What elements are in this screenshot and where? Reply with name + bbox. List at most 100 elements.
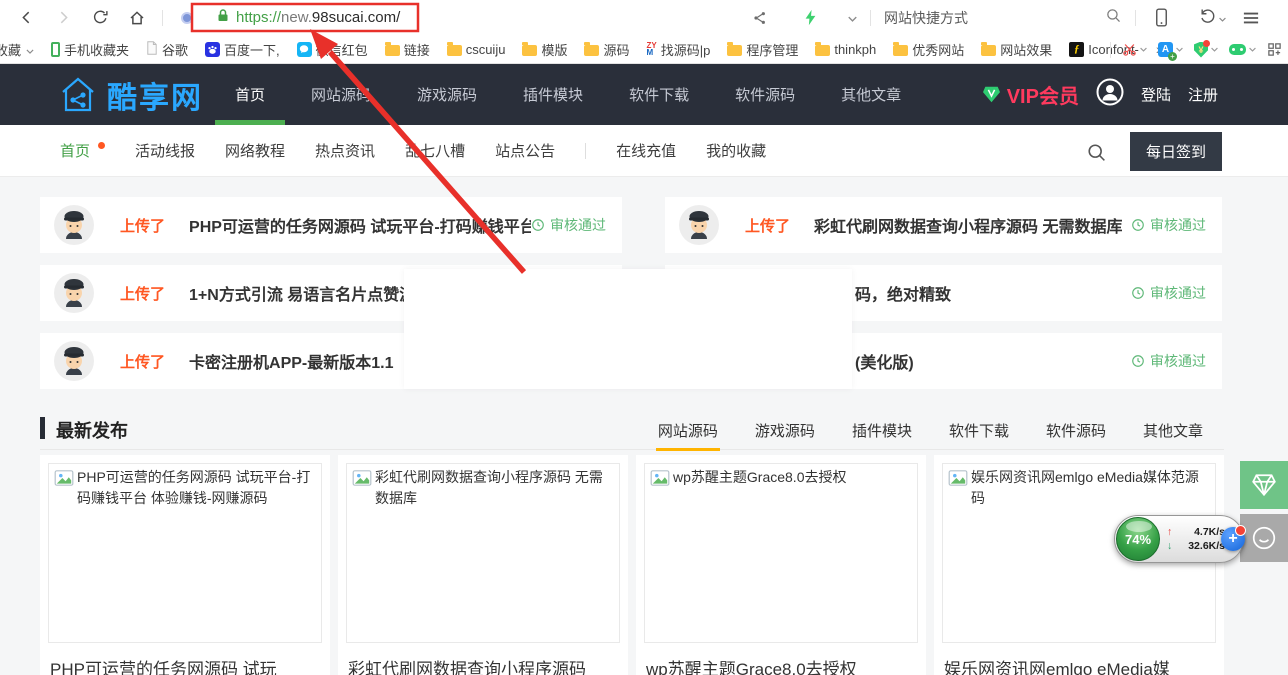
product-card[interactable]: 娱乐网资讯网emlgo eMedia媒体范源码 娱乐网资讯网emlgo eMed… — [934, 455, 1224, 675]
forward-icon[interactable] — [51, 6, 75, 30]
site-shortcut-search[interactable]: 网站快捷方式 — [884, 7, 1122, 29]
mobile-phone-icon[interactable] — [1149, 6, 1173, 30]
bookmark-item[interactable]: 程序管理 — [727, 40, 798, 59]
feed-title[interactable]: PHP可运营的任务网源码 试玩平台-打码赚钱平台 ... — [189, 213, 531, 237]
avatar — [54, 341, 94, 381]
games-extension-button[interactable] — [1229, 44, 1256, 55]
notification-dot — [1203, 40, 1210, 47]
subnav-item-activity[interactable]: 活动线报 — [135, 140, 195, 161]
refresh-icon[interactable] — [88, 6, 112, 30]
browser-toolbar: https://new.98sucai.com/ 网站快捷方式 — [0, 0, 1288, 35]
bookmark-item[interactable]: 找源码|p — [646, 40, 710, 59]
bookmark-item[interactable]: 链接 — [385, 40, 430, 59]
product-card[interactable]: 彩虹代刷网数据查询小程序源码 无需数据库 彩虹代刷网数据查询小程序源码 — [338, 455, 628, 675]
search-icon[interactable] — [1084, 140, 1108, 164]
subnav-item-tutorials[interactable]: 网络教程 — [225, 140, 285, 161]
nav-item-software-download[interactable]: 软件下载 — [629, 64, 689, 125]
menu-icon[interactable] — [1239, 6, 1263, 30]
site-indicator-icon[interactable] — [181, 12, 193, 24]
feed-title[interactable]: 卡密注册机APP-最新版本1.1 — [189, 349, 393, 373]
nav-item-game-source[interactable]: 游戏源码 — [417, 64, 477, 125]
vip-float-button[interactable] — [1240, 461, 1288, 509]
history-undo-button[interactable] — [1199, 7, 1226, 29]
feed-title[interactable]: (美化版) — [855, 349, 914, 373]
search-icon[interactable] — [1105, 7, 1122, 29]
tab-game-source[interactable]: 游戏源码 — [755, 420, 815, 441]
subnav-item-favorites[interactable]: 我的收藏 — [706, 140, 766, 161]
bookmark-label: 网站效果 — [1000, 40, 1052, 59]
tab-other-articles[interactable]: 其他文章 — [1143, 420, 1203, 441]
lightning-icon[interactable] — [798, 6, 822, 30]
status-badge: 审核通过 — [1131, 215, 1206, 235]
feed-row[interactable]: 上传了 PHP可运营的任务网源码 试玩平台-打码赚钱平台 ... 审核通过 — [40, 197, 622, 253]
tab-software-download[interactable]: 软件下载 — [949, 420, 1009, 441]
bookmark-item[interactable]: cscuiju — [447, 42, 506, 57]
user-avatar-icon[interactable] — [1096, 78, 1124, 111]
baidu-icon — [205, 42, 220, 57]
tab-website-source[interactable]: 网站源码 — [658, 420, 718, 441]
subnav-item-home[interactable]: 首页 — [60, 140, 90, 161]
tab-plugin-module[interactable]: 插件模块 — [852, 420, 912, 441]
status-badge: 审核通过 — [531, 215, 606, 235]
card-title[interactable]: 彩虹代刷网数据查询小程序源码 — [348, 655, 622, 675]
add-button[interactable]: + — [1221, 527, 1245, 551]
subnav-item-recharge[interactable]: 在线充值 — [616, 140, 676, 161]
bookmark-item[interactable]: 谷歌 — [146, 40, 188, 59]
network-speed-widget[interactable]: 74% ↑4.7K/s ↓32.6K/s + — [1114, 515, 1244, 563]
bookmark-item[interactable]: 百度一下, — [205, 40, 280, 59]
bookmark-item[interactable]: 微信红包 — [297, 40, 368, 59]
avatar — [679, 205, 719, 245]
share-icon[interactable] — [748, 6, 772, 30]
nav-item-website-source[interactable]: 网站源码 — [311, 64, 371, 125]
feed-title[interactable]: 1+N方式引流 易语言名片点赞源码 — [189, 281, 431, 305]
product-card[interactable]: wp苏醒主题Grace8.0去授权 wp苏醒主题Grace8.0去授权 — [636, 455, 926, 675]
subnav-item-misc[interactable]: 乱七八槽 — [405, 140, 465, 161]
customer-service-float-button[interactable] — [1240, 514, 1288, 562]
home-icon[interactable] — [125, 6, 149, 30]
wallet-shield-extension-button[interactable] — [1194, 42, 1218, 58]
feed-row[interactable]: 上传了 彩虹代刷网数据查询小程序源码 无需数据库 审核通过 — [665, 197, 1222, 253]
subnav-item-announcements[interactable]: 站点公告 — [495, 140, 555, 161]
bookmarks-collections-button[interactable]: 收藏 — [0, 40, 34, 59]
card-title[interactable]: PHP可运营的任务网源码 试玩 — [50, 655, 324, 675]
translate-extension-button[interactable] — [1158, 42, 1183, 57]
url-text[interactable]: https://new.98sucai.com/ — [236, 9, 400, 26]
daily-signin-button[interactable]: 每日签到 — [1130, 132, 1222, 171]
toolbar-right-cluster: 网站快捷方式 — [748, 0, 1276, 35]
divider — [1135, 10, 1136, 26]
card-title[interactable]: wp苏醒主题Grace8.0去授权 — [646, 655, 920, 675]
chevron-down-icon[interactable] — [848, 9, 857, 27]
avatar — [54, 205, 94, 245]
vip-member-link[interactable]: VIP会员 — [982, 80, 1079, 109]
bookmark-item[interactable]: thinkph — [815, 42, 876, 57]
broken-image-icon — [54, 470, 74, 491]
undo-icon — [1199, 7, 1216, 29]
card-title[interactable]: 娱乐网资讯网emlgo eMedia媒 — [944, 655, 1218, 675]
bookmark-item[interactable]: 手机收藏夹 — [51, 40, 129, 59]
nav-item-software-source[interactable]: 软件源码 — [735, 64, 795, 125]
bookmark-item[interactable]: 优秀网站 — [893, 40, 964, 59]
apps-grid-button[interactable] — [1267, 42, 1282, 57]
bookmark-label: cscuiju — [466, 42, 506, 57]
feed-title[interactable]: 码，绝对精致 — [855, 281, 951, 305]
clock-icon — [1131, 286, 1145, 300]
bookmark-item[interactable]: 网站效果 — [981, 40, 1052, 59]
nav-item-plugin-module[interactable]: 插件模块 — [523, 64, 583, 125]
subnav-item-hot-news[interactable]: 热点资讯 — [315, 140, 375, 161]
tab-software-source[interactable]: 软件源码 — [1046, 420, 1106, 441]
product-card[interactable]: PHP可运营的任务网源码 试玩平台-打码赚钱平台 体验赚钱-网赚源码 PHP可运… — [40, 455, 330, 675]
upload-action-label: 上传了 — [120, 351, 165, 372]
bookmark-label: 程序管理 — [746, 40, 798, 59]
nav-item-home[interactable]: 首页 — [235, 64, 265, 125]
nav-item-other-articles[interactable]: 其他文章 — [841, 64, 901, 125]
back-icon[interactable] — [14, 6, 38, 30]
login-link[interactable]: 登陆 — [1141, 84, 1171, 105]
screenshot-extension-button[interactable] — [1122, 42, 1147, 57]
feed-title[interactable]: 彩虹代刷网数据查询小程序源码 无需数据库 — [814, 213, 1122, 237]
site-logo[interactable]: 酷享网 — [56, 73, 203, 117]
bookmark-item[interactable]: 模版 — [522, 40, 567, 59]
bookmark-item[interactable]: 源码 — [584, 40, 629, 59]
register-link[interactable]: 注册 — [1188, 84, 1218, 105]
avatar — [54, 273, 94, 313]
address-bar[interactable]: https://new.98sucai.com/ — [217, 8, 400, 28]
